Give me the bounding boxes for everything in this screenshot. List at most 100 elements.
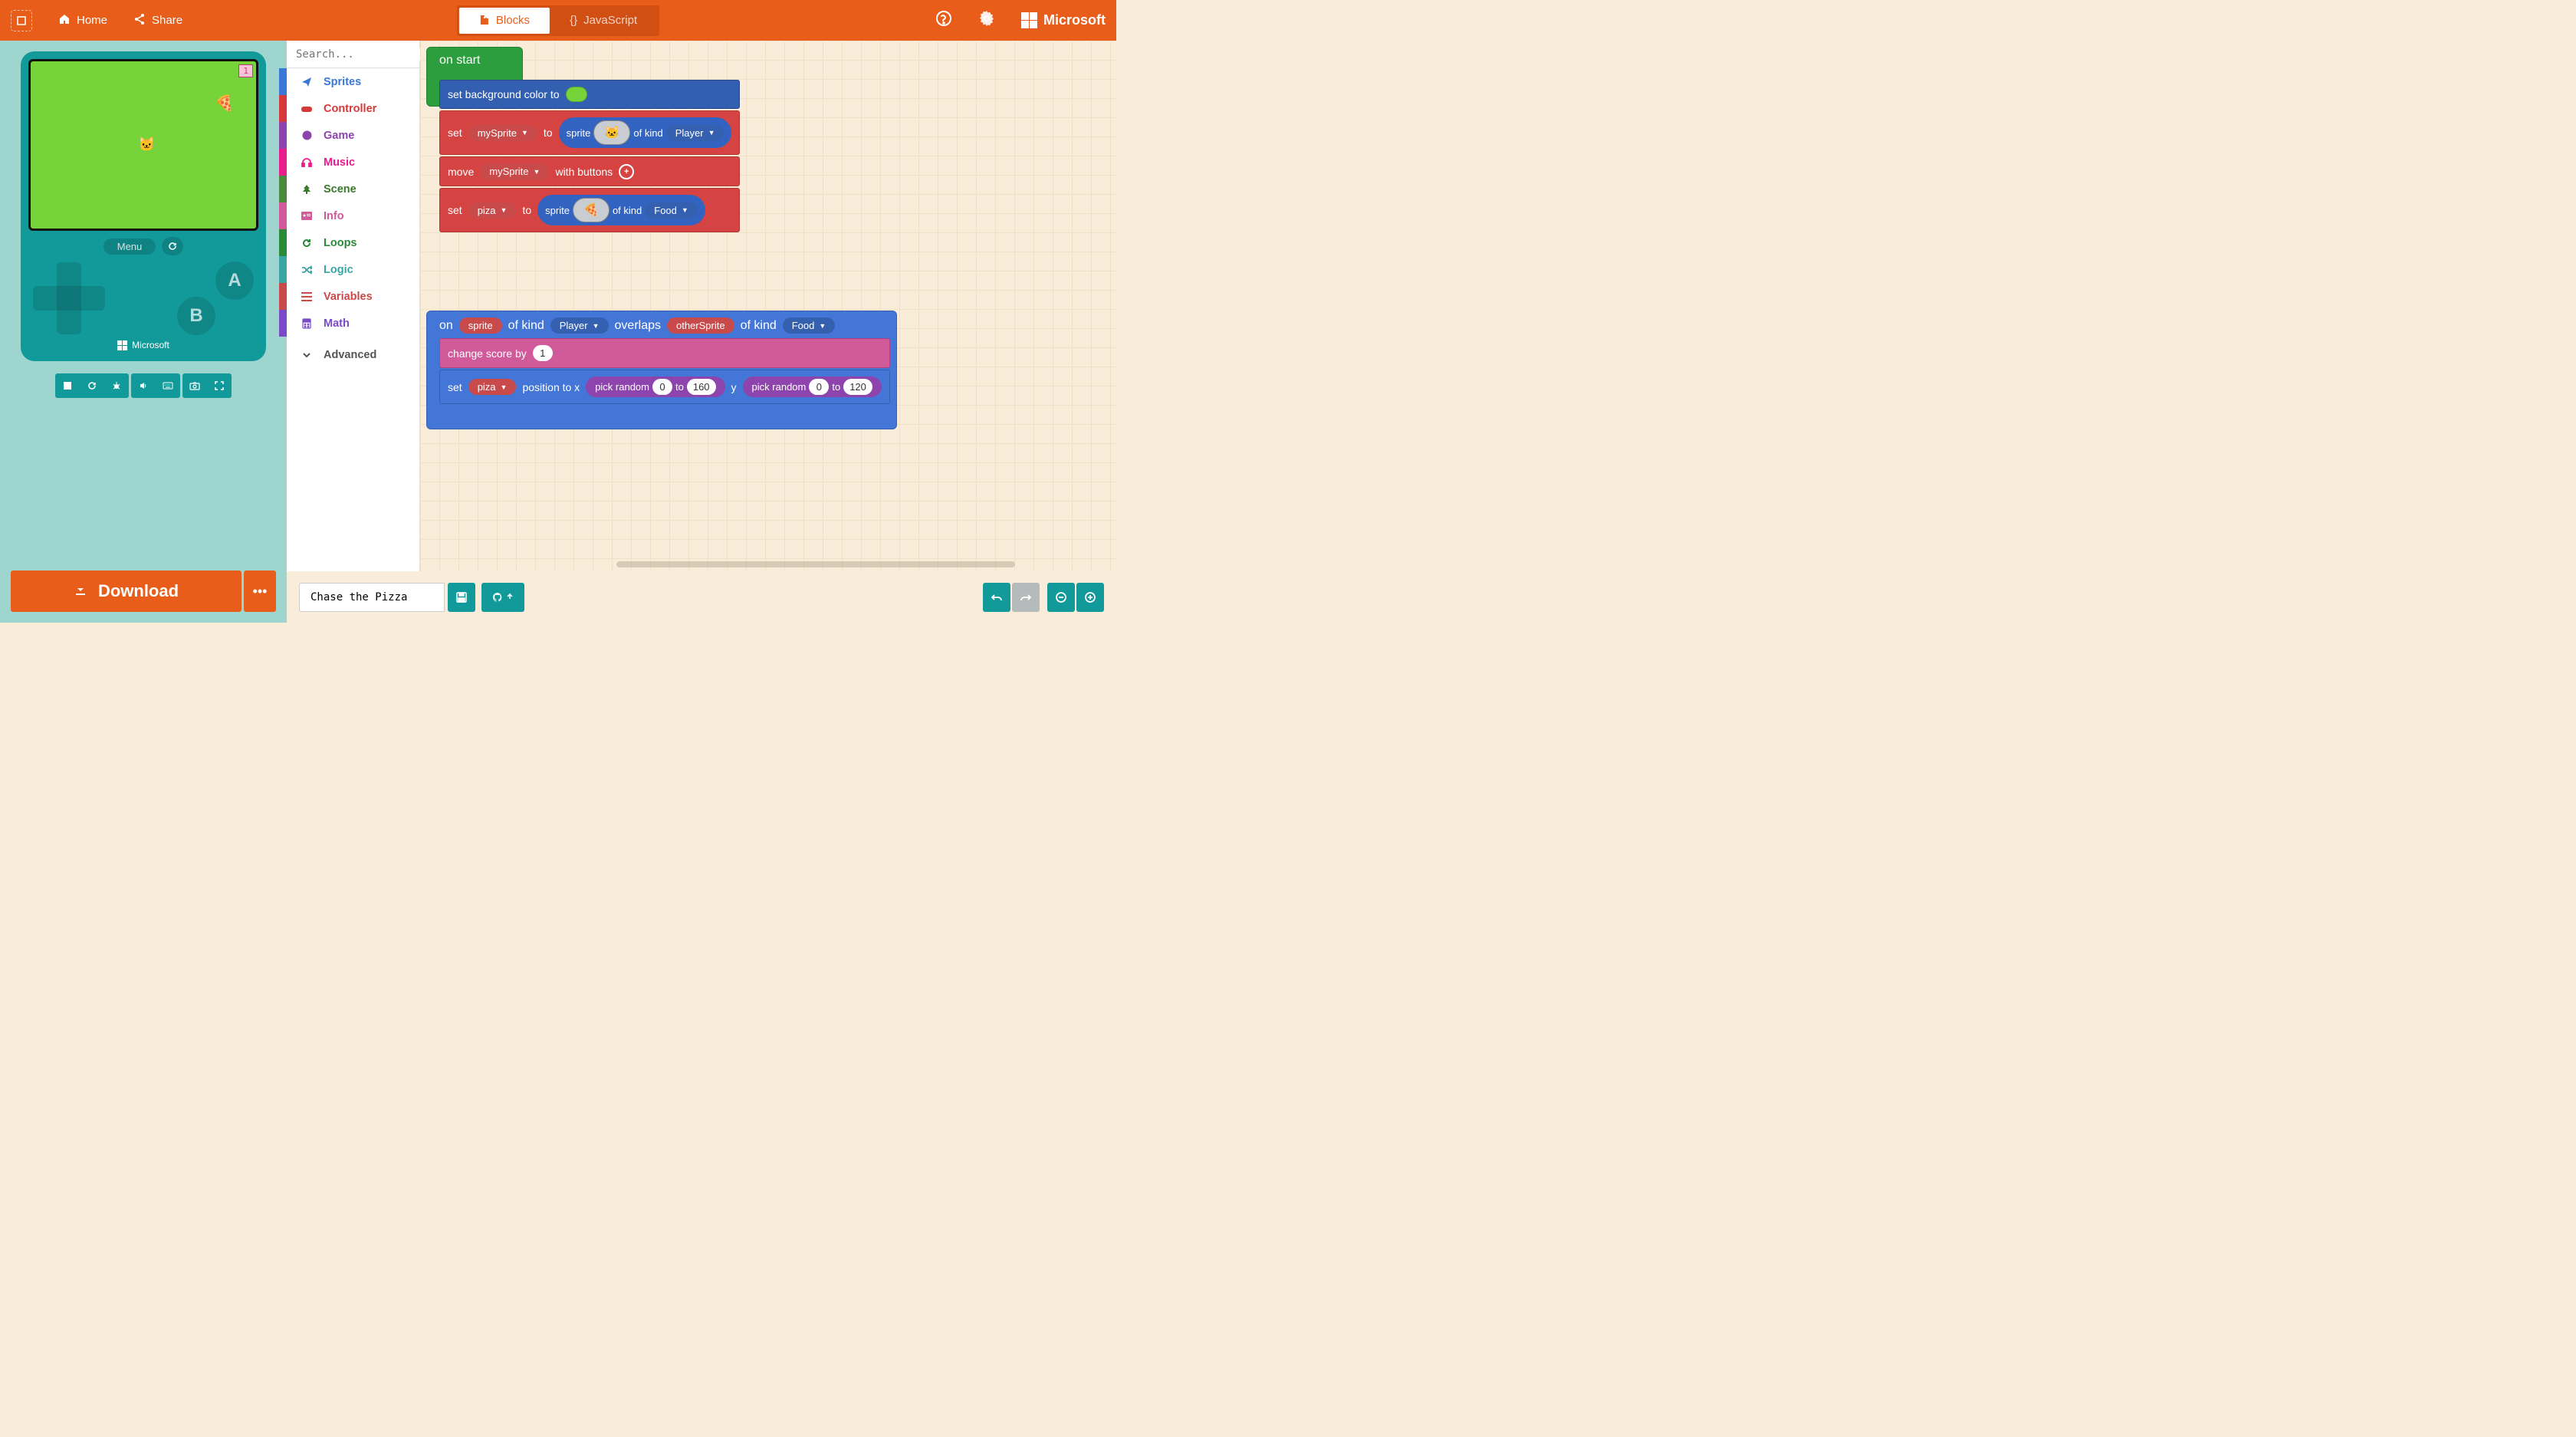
redo-button[interactable]: [1012, 583, 1040, 612]
stop-icon[interactable]: [55, 382, 80, 390]
game-device: 1 🍕 🐱 Menu A B Microsoft: [21, 51, 266, 361]
fullscreen-icon[interactable]: [207, 381, 232, 390]
param-othersprite[interactable]: otherSprite: [667, 317, 734, 334]
download-more-button[interactable]: •••: [244, 571, 276, 612]
home-label: Home: [77, 14, 107, 27]
set-piza-block[interactable]: set piza▼ to sprite 🍕 of kind Food▼: [439, 188, 740, 232]
restart-button[interactable]: [162, 237, 183, 255]
dpad[interactable]: [33, 262, 105, 334]
zoom-in-button[interactable]: [1076, 583, 1104, 612]
help-icon[interactable]: [935, 10, 952, 31]
category-sprites[interactable]: Sprites: [287, 68, 419, 95]
param-sprite[interactable]: sprite: [459, 317, 502, 334]
device-brand: Microsoft: [28, 335, 258, 353]
category-controller[interactable]: Controller: [287, 95, 419, 122]
editor-tabs: Blocks {} JavaScript: [457, 5, 659, 36]
undo-button[interactable]: [983, 583, 1010, 612]
score-value[interactable]: 1: [533, 345, 553, 361]
on-start-block[interactable]: on start set background color to set myS…: [426, 47, 523, 107]
var-mysprite-2[interactable]: mySprite▼: [480, 163, 549, 179]
home-link[interactable]: Home: [58, 13, 107, 28]
category-logic[interactable]: Logic: [287, 256, 419, 283]
topbar-right: Microsoft: [935, 10, 1106, 31]
keyboard-icon[interactable]: [156, 382, 180, 390]
sprite-create[interactable]: sprite 🐱 of kind Player▼: [559, 117, 732, 148]
var-piza-2[interactable]: piza▼: [468, 379, 517, 395]
category-scene[interactable]: Scene: [287, 176, 419, 202]
share-label: Share: [152, 14, 182, 27]
share-link[interactable]: Share: [133, 13, 182, 28]
zoom-out-button[interactable]: [1047, 583, 1075, 612]
tab-blocks[interactable]: Blocks: [459, 8, 550, 34]
download-icon: [74, 581, 87, 601]
rand-x-lo[interactable]: 0: [652, 379, 672, 395]
change-score-block[interactable]: change score by 1: [439, 338, 890, 368]
category-game[interactable]: Game: [287, 122, 419, 149]
on-overlap-block[interactable]: on sprite of kind Player▼ overlaps other…: [426, 311, 897, 429]
kind-player[interactable]: Player▼: [666, 125, 724, 141]
loop-icon: [301, 238, 313, 248]
b-button[interactable]: B: [177, 297, 215, 335]
color-picker[interactable]: [566, 87, 587, 102]
kind-food-2[interactable]: Food▼: [783, 317, 836, 334]
a-button[interactable]: A: [215, 261, 254, 300]
player-sprite: 🐱: [138, 136, 155, 153]
search-input[interactable]: [296, 48, 433, 61]
move-with-buttons-block[interactable]: move mySprite▼ with buttons +: [439, 156, 740, 186]
github-button[interactable]: [481, 583, 524, 612]
on-start-label: on start: [439, 54, 480, 67]
var-mysprite[interactable]: mySprite▼: [468, 125, 537, 141]
sim-control-group-3: [182, 373, 232, 398]
download-button[interactable]: Download: [11, 571, 242, 612]
restart-icon[interactable]: [80, 381, 104, 390]
pizza-sprite: 🍕: [215, 94, 234, 113]
sprite-image-pizza[interactable]: 🍕: [573, 198, 610, 222]
screenshot-icon[interactable]: [182, 382, 207, 390]
rand-y-hi[interactable]: 120: [843, 379, 872, 395]
rand-y-lo[interactable]: 0: [809, 379, 829, 395]
category-loops[interactable]: Loops: [287, 229, 419, 256]
sprite-image-player[interactable]: 🐱: [593, 120, 630, 145]
var-piza[interactable]: piza▼: [468, 202, 517, 219]
category-variables[interactable]: Variables: [287, 283, 419, 310]
headphones-icon: [301, 157, 313, 168]
tab-blocks-label: Blocks: [496, 14, 530, 27]
blocks-workspace[interactable]: on start set background color to set myS…: [420, 41, 1116, 571]
debug-icon[interactable]: [104, 381, 129, 390]
kind-player-2[interactable]: Player▼: [550, 317, 609, 334]
category-math[interactable]: Math: [287, 310, 419, 337]
circle-icon: [301, 130, 313, 140]
category-advanced[interactable]: Advanced: [287, 341, 419, 368]
set-position-block[interactable]: set piza▼ position to x pick random 0 to…: [439, 370, 890, 404]
id-card-icon: [301, 212, 313, 220]
workspace-scrollbar[interactable]: [616, 561, 1015, 567]
project-name-input[interactable]: [299, 583, 445, 612]
tab-javascript[interactable]: {} JavaScript: [550, 8, 657, 34]
kind-food[interactable]: Food▼: [645, 202, 698, 219]
download-label: Download: [98, 581, 179, 601]
mute-icon[interactable]: [131, 381, 156, 390]
calculator-icon: [301, 318, 313, 329]
sim-control-group-1: [55, 373, 129, 398]
rand-x-hi[interactable]: 160: [687, 379, 716, 395]
set-mysprite-block[interactable]: set mySprite▼ to sprite 🐱 of kind Player…: [439, 110, 740, 155]
set-bg-color-block[interactable]: set background color to: [439, 80, 740, 109]
toolbox-search[interactable]: [287, 41, 419, 68]
shuffle-icon: [301, 265, 313, 275]
app-logo[interactable]: [11, 10, 32, 31]
brand-label: Microsoft: [1043, 12, 1106, 28]
sim-control-group-2: [131, 373, 180, 398]
pick-random-x[interactable]: pick random 0 to 160: [586, 377, 724, 397]
menu-button[interactable]: Menu: [104, 238, 156, 255]
pick-random-y[interactable]: pick random 0 to 120: [743, 377, 882, 397]
game-screen[interactable]: 1 🍕 🐱: [31, 61, 256, 229]
category-music[interactable]: Music: [287, 149, 419, 176]
save-button[interactable]: [448, 583, 475, 612]
expand-block-icon[interactable]: +: [619, 164, 634, 179]
category-info[interactable]: Info: [287, 202, 419, 229]
microsoft-logo[interactable]: Microsoft: [1021, 12, 1106, 29]
gear-icon[interactable]: [978, 10, 995, 31]
tree-icon: [301, 184, 313, 195]
sprite-create-2[interactable]: sprite 🍕 of kind Food▼: [537, 195, 705, 225]
score-display: 1: [238, 64, 253, 77]
